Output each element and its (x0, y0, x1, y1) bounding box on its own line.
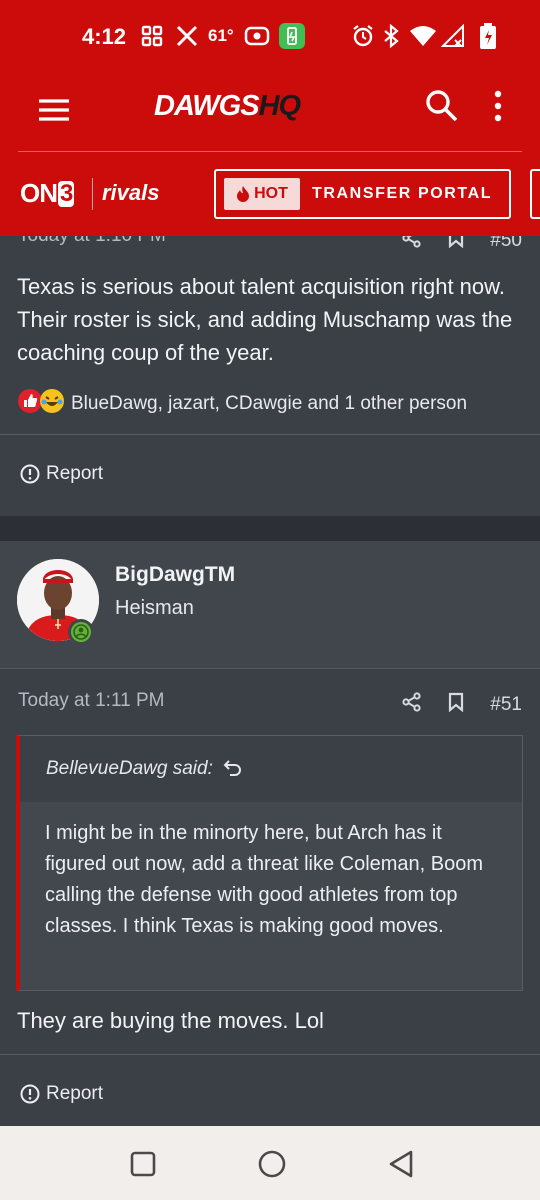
next-promo-button[interactable] (530, 169, 540, 219)
partner-bar: ON 3 rivals HOT TRANSFER PORTAL (0, 152, 540, 236)
laugh-reaction-icon (39, 388, 65, 419)
on3-logo[interactable]: ON 3 (20, 178, 75, 209)
on3-badge: 3 (58, 179, 75, 207)
flame-icon (237, 186, 250, 202)
status-bar: 4:12 61° (0, 0, 540, 72)
bluetooth-icon (382, 22, 400, 50)
post-actions: #50 (402, 236, 522, 254)
recents-square-icon[interactable] (125, 1146, 161, 1182)
report-label: Report (46, 463, 104, 484)
logo-accent: HQ (258, 90, 301, 122)
bookmark-icon[interactable] (448, 236, 464, 254)
share-icon[interactable] (402, 692, 422, 718)
rivals-logo[interactable]: rivals (102, 180, 160, 206)
radio-app-icon (244, 22, 270, 50)
post-time[interactable]: Today at 1:11 PM (18, 690, 164, 712)
reactions-bar[interactable]: BlueDawg, jazart, CDawgie and 1 other pe… (17, 388, 467, 419)
share-icon[interactable] (402, 236, 422, 254)
transfer-portal-button[interactable]: HOT TRANSFER PORTAL (214, 169, 511, 219)
post-body: Texas is serious about talent acquisitio… (17, 274, 513, 365)
on3-text: ON (20, 178, 58, 208)
logo-main: DAWGS (154, 90, 260, 122)
username[interactable]: BigDawgTM (115, 563, 235, 587)
logo-separator (92, 178, 93, 210)
report-label: Report (46, 1083, 104, 1104)
app-bar: DAWGSHQ (0, 72, 540, 152)
quote-body: I might be in the minorty here, but Arch… (20, 802, 522, 990)
post-time[interactable]: Today at 1:10 PM (18, 236, 166, 247)
user-title: Heisman (115, 597, 194, 619)
hot-badge: HOT (224, 178, 300, 210)
post-actions: #51 (402, 692, 522, 718)
alert-circle-icon (20, 464, 40, 484)
transfer-portal-label: TRANSFER PORTAL (312, 185, 493, 202)
x-app-icon (175, 22, 199, 50)
bookmark-icon[interactable] (448, 692, 464, 718)
more-vert-icon[interactable] (488, 88, 508, 124)
quote-block: BellevueDawg said: I might be in the min… (16, 735, 523, 991)
post-51-user-card: BigDawgTM Heisman (0, 541, 540, 668)
post-number[interactable]: #50 (490, 236, 522, 252)
post-number[interactable]: #51 (490, 694, 522, 716)
divider (0, 668, 540, 669)
hot-label: HOT (254, 185, 288, 202)
home-circle-icon[interactable] (254, 1146, 290, 1182)
signal-icon (440, 22, 466, 50)
report-button[interactable]: Report (20, 1083, 103, 1105)
site-logo[interactable]: DAWGSHQ (154, 90, 301, 123)
alert-circle-icon (20, 1084, 40, 1104)
post-separator (0, 516, 540, 541)
post-body: They are buying the moves. Lol (17, 1008, 324, 1033)
quote-header[interactable]: BellevueDawg said: (20, 736, 522, 802)
battery-icon (478, 22, 498, 50)
divider (0, 434, 540, 435)
status-time: 4:12 (82, 24, 127, 49)
online-status-icon (68, 619, 94, 645)
grid-app-icon (140, 22, 164, 50)
system-nav-bar (0, 1126, 540, 1200)
quote-author: BellevueDawg said: (46, 758, 213, 779)
report-button[interactable]: Report (20, 463, 103, 485)
alarm-icon (350, 22, 376, 50)
menu-icon[interactable] (36, 92, 72, 128)
jump-to-quote-icon[interactable] (223, 759, 243, 779)
back-triangle-icon[interactable] (383, 1146, 419, 1182)
divider (0, 1054, 540, 1055)
battery-saver-icon (278, 22, 306, 50)
search-icon[interactable] (424, 88, 460, 124)
weather-temp: 61° (208, 26, 234, 45)
reaction-names: BlueDawg, jazart, CDawgie and 1 other pe… (71, 392, 468, 414)
wifi-icon (408, 22, 438, 50)
